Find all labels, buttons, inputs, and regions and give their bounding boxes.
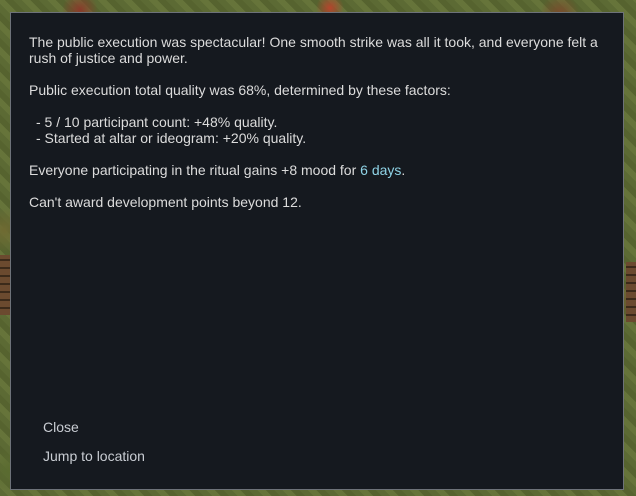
- mood-effect-suffix: .: [401, 162, 406, 178]
- mood-effect-text: Everyone participating in the ritual gai…: [29, 162, 611, 178]
- ritual-outcome-dialog: The public execution was spectacular! On…: [10, 12, 624, 490]
- mood-duration: 6 days: [360, 162, 402, 178]
- outcome-intro-text: The public execution was spectacular! On…: [29, 34, 598, 66]
- wall-segment-left: [0, 255, 10, 315]
- jump-to-location-button[interactable]: Jump to location: [43, 448, 145, 464]
- quality-factor-participants: - 5 / 10 participant count: +48% quality…: [36, 114, 278, 130]
- development-points-note: Can't award development points beyond 12…: [29, 194, 302, 210]
- wall-segment-right: [626, 262, 636, 322]
- mood-effect-prefix: Everyone participating in the ritual gai…: [29, 162, 361, 178]
- game-map-background: The public execution was spectacular! On…: [0, 0, 636, 496]
- dialog-actions: Close Jump to location: [43, 419, 145, 477]
- dialog-body: The public execution was spectacular! On…: [29, 34, 611, 210]
- quality-summary-text: Public execution total quality was 68%, …: [29, 82, 451, 98]
- quality-factor-altar: - Started at altar or ideogram: +20% qua…: [36, 130, 307, 146]
- close-button[interactable]: Close: [43, 419, 145, 435]
